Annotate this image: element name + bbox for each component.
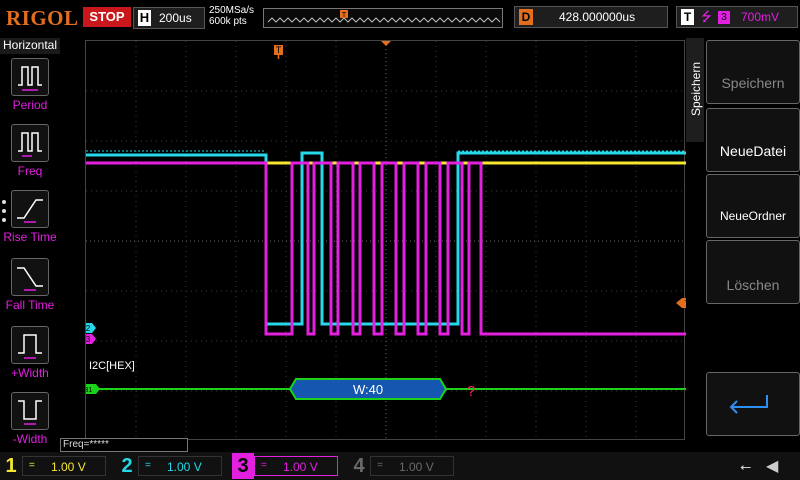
memory-overview[interactable]: T (263, 8, 503, 28)
decode-unknown-mark: ? (467, 383, 475, 400)
usb-icon: ⭠ (740, 458, 752, 474)
measure-positive-width-label: +Width (11, 366, 49, 380)
trigger-source: 3 (718, 11, 730, 24)
top-status-bar: RIGOL STOP H 200us 250MSa/s 600k pts T D… (0, 0, 800, 36)
channel-4-coupling: = (377, 460, 383, 471)
waveform-graticule: T W:40 ? 2 3 B1 (86, 41, 686, 441)
trigger-box[interactable]: T ⭍ 3 700mV (676, 6, 798, 28)
freq-icon (11, 124, 49, 162)
bus-offset-marker-label: B1 (86, 387, 92, 394)
neue-ordner-label: NeueOrdner (719, 209, 787, 223)
memory-trigger-marker: T (342, 12, 347, 19)
channel-4-number: 4 (353, 455, 365, 477)
measure-menu-title: Horizontal (0, 38, 60, 54)
memory-depth: 600k pts (209, 16, 247, 27)
fall-time-icon (11, 258, 49, 296)
channel-1-coupling: = (29, 460, 35, 471)
waveform-display[interactable]: T W:40 ? 2 3 B1 (85, 40, 686, 441)
measure-period-button[interactable]: Period (0, 58, 60, 122)
measure-fall-time-button[interactable]: Fall Time (0, 258, 60, 322)
sample-rate: 250MSa/s (209, 5, 255, 16)
ch2-offset-marker: 2 (86, 323, 96, 333)
delay-box[interactable]: D 428.000000us (514, 6, 668, 28)
measure-fall-time-label: Fall Time (5, 298, 55, 312)
channel-bar: 1 = 1.00 V 2 = 1.00 V 3 = 1.00 V 4 = 1.0… (0, 452, 800, 480)
return-button[interactable] (706, 372, 800, 436)
oscilloscope-screen: RIGOL STOP H 200us 250MSa/s 600k pts T D… (0, 0, 800, 480)
rise-time-icon (11, 190, 49, 228)
frequency-counter: Freq=***** (60, 438, 188, 452)
timebase-box[interactable]: H 200us (133, 7, 205, 29)
measure-period-label: Period (12, 98, 48, 112)
measure-negative-width-label: -Width (12, 432, 48, 446)
channel-1-number: 1 (5, 455, 17, 477)
negative-width-icon (11, 392, 49, 430)
measure-freq-button[interactable]: Freq (0, 124, 60, 188)
delay-value: 428.000000us (559, 10, 636, 24)
falling-edge-icon: ⭍ (701, 9, 712, 24)
loeschen-button[interactable]: Löschen (706, 240, 800, 304)
measure-negative-width-button[interactable]: -Width (0, 392, 60, 456)
channel-2-scale: 1.00 V (167, 460, 202, 474)
speichern-button[interactable]: Speichern (706, 40, 800, 104)
delay-label: D (519, 9, 533, 25)
memory-overview-waveform (267, 17, 501, 23)
measure-freq-label: Freq (17, 164, 43, 178)
speaker-mute-icon[interactable]: ◀ (766, 456, 778, 476)
measure-rise-time-label: Rise Time (3, 230, 57, 244)
measure-menu: Horizontal Period Freq Rise Time Fall Ti… (0, 36, 60, 452)
timebase-value: 200us (159, 11, 192, 25)
return-arrow-icon (729, 395, 768, 414)
neue-ordner-button[interactable]: NeueOrdner (706, 174, 800, 238)
period-icon (11, 58, 49, 96)
acquisition-info: 250MSa/s 600k pts (209, 5, 254, 27)
bus-offset-marker: B1 (86, 384, 100, 394)
ch3-offset-marker: 3 (86, 334, 96, 344)
save-menu-title-tab: Speichern (686, 38, 704, 142)
channel-3-coupling: = (261, 460, 267, 471)
channel-4-indicator[interactable]: 4 = 1.00 V (348, 453, 460, 479)
loeschen-label: Löschen (726, 277, 780, 293)
neue-datei-label: NeueDatei (719, 143, 787, 159)
channel-2-coupling: = (145, 460, 151, 471)
ch3-waveform (86, 161, 686, 336)
trigger-level: 700mV (741, 10, 780, 24)
ch3-offset-marker-label: 3 (86, 335, 91, 344)
channel-2-indicator[interactable]: 2 = 1.00 V (116, 453, 228, 479)
trigger-time-marker-label: T (276, 45, 282, 55)
channel-3-scale: 1.00 V (283, 460, 318, 474)
trigger-level-marker: T (676, 298, 686, 308)
measure-rise-time-button[interactable]: Rise Time (0, 190, 60, 254)
positive-width-icon (11, 326, 49, 364)
screen-center-marker (381, 41, 391, 46)
run-stop-indicator[interactable]: STOP (83, 7, 131, 27)
save-menu-title: Speichern (689, 61, 703, 117)
frequency-readout: Freq=***** (63, 439, 109, 450)
channel-3-indicator[interactable]: 3 = 1.00 V (232, 453, 344, 479)
speichern-label: Speichern (721, 75, 785, 91)
trigger-label: T (681, 9, 694, 25)
channel-2-number: 2 (121, 455, 133, 477)
ch2-waveform (86, 151, 686, 326)
channel-3-number: 3 (232, 453, 254, 479)
measure-positive-width-button[interactable]: +Width (0, 326, 60, 390)
brand-logo: RIGOL (6, 6, 79, 30)
save-menu: Speichern Speichern NeueDatei NeueOrdner… (686, 36, 800, 452)
channel-1-scale: 1.00 V (51, 460, 86, 474)
trigger-time-marker: T (274, 45, 283, 59)
decode-packet-text: W:40 (353, 382, 383, 397)
ch2-offset-marker-label: 2 (86, 324, 91, 333)
channel-1-indicator[interactable]: 1 = 1.00 V (0, 453, 112, 479)
channel-4-scale: 1.00 V (399, 460, 434, 474)
decode-title: I2C[HEX] (89, 360, 135, 372)
horizontal-label: H (138, 10, 151, 26)
neue-datei-button[interactable]: NeueDatei (706, 108, 800, 172)
